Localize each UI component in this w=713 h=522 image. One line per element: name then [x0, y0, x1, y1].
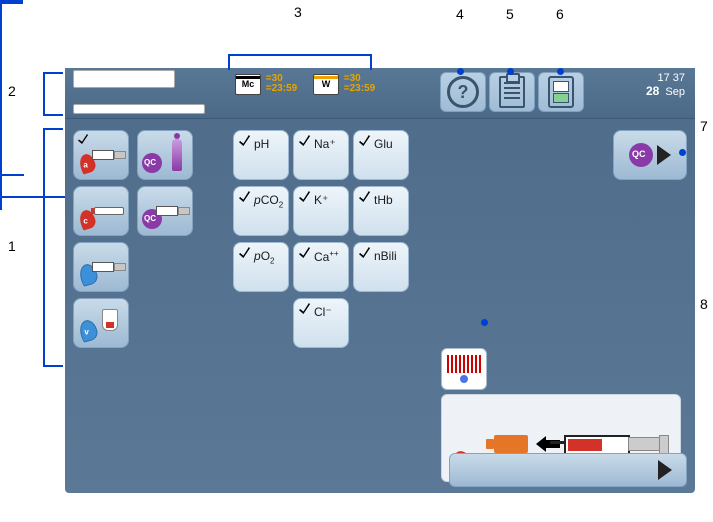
- analyte-label: pCO2: [254, 193, 283, 209]
- maintenance-waste-status: W =30 =23:59: [313, 74, 375, 95]
- analyte-tile-ph[interactable]: pH: [233, 130, 289, 180]
- play-icon: [657, 145, 671, 165]
- patient-id-field[interactable]: [73, 70, 175, 88]
- callout-bracket-1: [43, 128, 63, 367]
- analyte-tile-ca[interactable]: Ca++: [293, 242, 349, 292]
- syringe-icon: [92, 260, 124, 272]
- question-icon: ?: [447, 76, 479, 108]
- analyte-label: tHb: [374, 193, 393, 207]
- qc-badge-icon: [142, 153, 162, 173]
- help-button[interactable]: ?: [440, 72, 486, 112]
- capillary-tube-button[interactable]: c: [73, 186, 129, 236]
- analyte-tile-cl[interactable]: Cl⁻: [293, 298, 349, 348]
- clock-day: 28: [646, 84, 659, 98]
- venous-drop-icon: v: [78, 318, 100, 343]
- venous-syringe-button[interactable]: [73, 242, 129, 292]
- main-area: a c v pH Na⁺ Glu: [65, 118, 695, 493]
- callout-dot: [679, 149, 686, 156]
- clock-month: Sep: [665, 86, 685, 98]
- top-bar: Mc =30 =23:59 W =30 =23:59 ? 17 3: [65, 68, 695, 119]
- analyte-tile-nbili[interactable]: nBili: [353, 242, 409, 292]
- qc-ampoule-button[interactable]: [137, 130, 193, 180]
- venous-bag-button[interactable]: v: [73, 298, 129, 348]
- analyte-label: pO2: [254, 249, 274, 265]
- syringe-illustration: [564, 431, 672, 455]
- callout-number-8: 8: [700, 296, 708, 312]
- callout-line: [0, 82, 2, 128]
- callout-line: [0, 2, 23, 4]
- arrow-left-icon: [536, 437, 560, 451]
- callout-number-5: 5: [506, 6, 514, 22]
- callout-number-2: 2: [8, 83, 16, 99]
- secondary-id-field[interactable]: [73, 104, 205, 114]
- syringe-icon: [156, 204, 188, 216]
- analyte-label: pH: [254, 137, 269, 151]
- syringe-icon: [92, 148, 124, 160]
- clock-date: 17 37 28 Sep: [646, 72, 685, 99]
- analyte-label: nBili: [374, 249, 397, 263]
- barcode-icon: [447, 355, 481, 373]
- callout-number-1: 1: [8, 238, 16, 254]
- callout-dot: [557, 68, 564, 75]
- sample-port-icon: [494, 435, 528, 453]
- analyte-tile-pco2[interactable]: pCO2: [233, 186, 289, 236]
- qc-run-button[interactable]: [613, 130, 687, 180]
- callout-line: [0, 176, 2, 196]
- barcode-scan-button[interactable]: [441, 348, 487, 390]
- callout-number-3: 3: [294, 4, 302, 20]
- analyte-tile-thb[interactable]: tHb: [353, 186, 409, 236]
- qc-badge-icon: [629, 143, 653, 167]
- callout-dot: [457, 68, 464, 75]
- callout-bracket-2: [43, 72, 63, 116]
- callout-line: [0, 36, 2, 82]
- maintenance-sensor-status: Mc =30 =23:59: [235, 74, 297, 95]
- analyte-tile-na[interactable]: Na⁺: [293, 130, 349, 180]
- callout-number-6: 6: [556, 6, 564, 22]
- analyte-tile-k[interactable]: K⁺: [293, 186, 349, 236]
- scan-indicator-icon: [460, 375, 468, 383]
- device-status-button[interactable]: [538, 72, 584, 112]
- callout-line: [0, 128, 2, 174]
- sensor-cartridge-icon: Mc: [235, 74, 261, 95]
- callout-number-4: 4: [456, 6, 464, 22]
- start-measure-button[interactable]: [449, 453, 687, 487]
- callout-line: [0, 4, 2, 36]
- play-icon: [658, 460, 672, 480]
- analyte-tile-glu[interactable]: Glu: [353, 130, 409, 180]
- callout-number-7: 7: [700, 118, 708, 134]
- analyzer-icon: [548, 76, 574, 108]
- clipboard-icon: [499, 76, 525, 108]
- callout-dot: [507, 68, 514, 75]
- arterial-syringe-button[interactable]: a: [73, 130, 129, 180]
- analyte-label: K⁺: [314, 193, 328, 207]
- analyte-label: Cl⁻: [314, 305, 332, 319]
- analyte-label: Glu: [374, 137, 393, 151]
- analyte-label: Na⁺: [314, 137, 336, 151]
- callout-bracket-3: [228, 54, 372, 70]
- analyzer-app-window: Mc =30 =23:59 W =30 =23:59 ? 17 3: [65, 68, 695, 493]
- capillary-icon: [94, 207, 124, 215]
- sample-bag-icon: [102, 309, 118, 331]
- ampoule-icon: [172, 139, 182, 171]
- callout-line: [0, 198, 2, 210]
- analyte-label: Ca++: [314, 249, 339, 264]
- results-log-button[interactable]: [489, 72, 535, 112]
- callout-line: [0, 174, 24, 176]
- qc-syringe-button[interactable]: [137, 186, 193, 236]
- analyte-tile-po2[interactable]: pO2: [233, 242, 289, 292]
- waste-pack-icon: W: [313, 74, 339, 95]
- callout-dot: [481, 319, 488, 326]
